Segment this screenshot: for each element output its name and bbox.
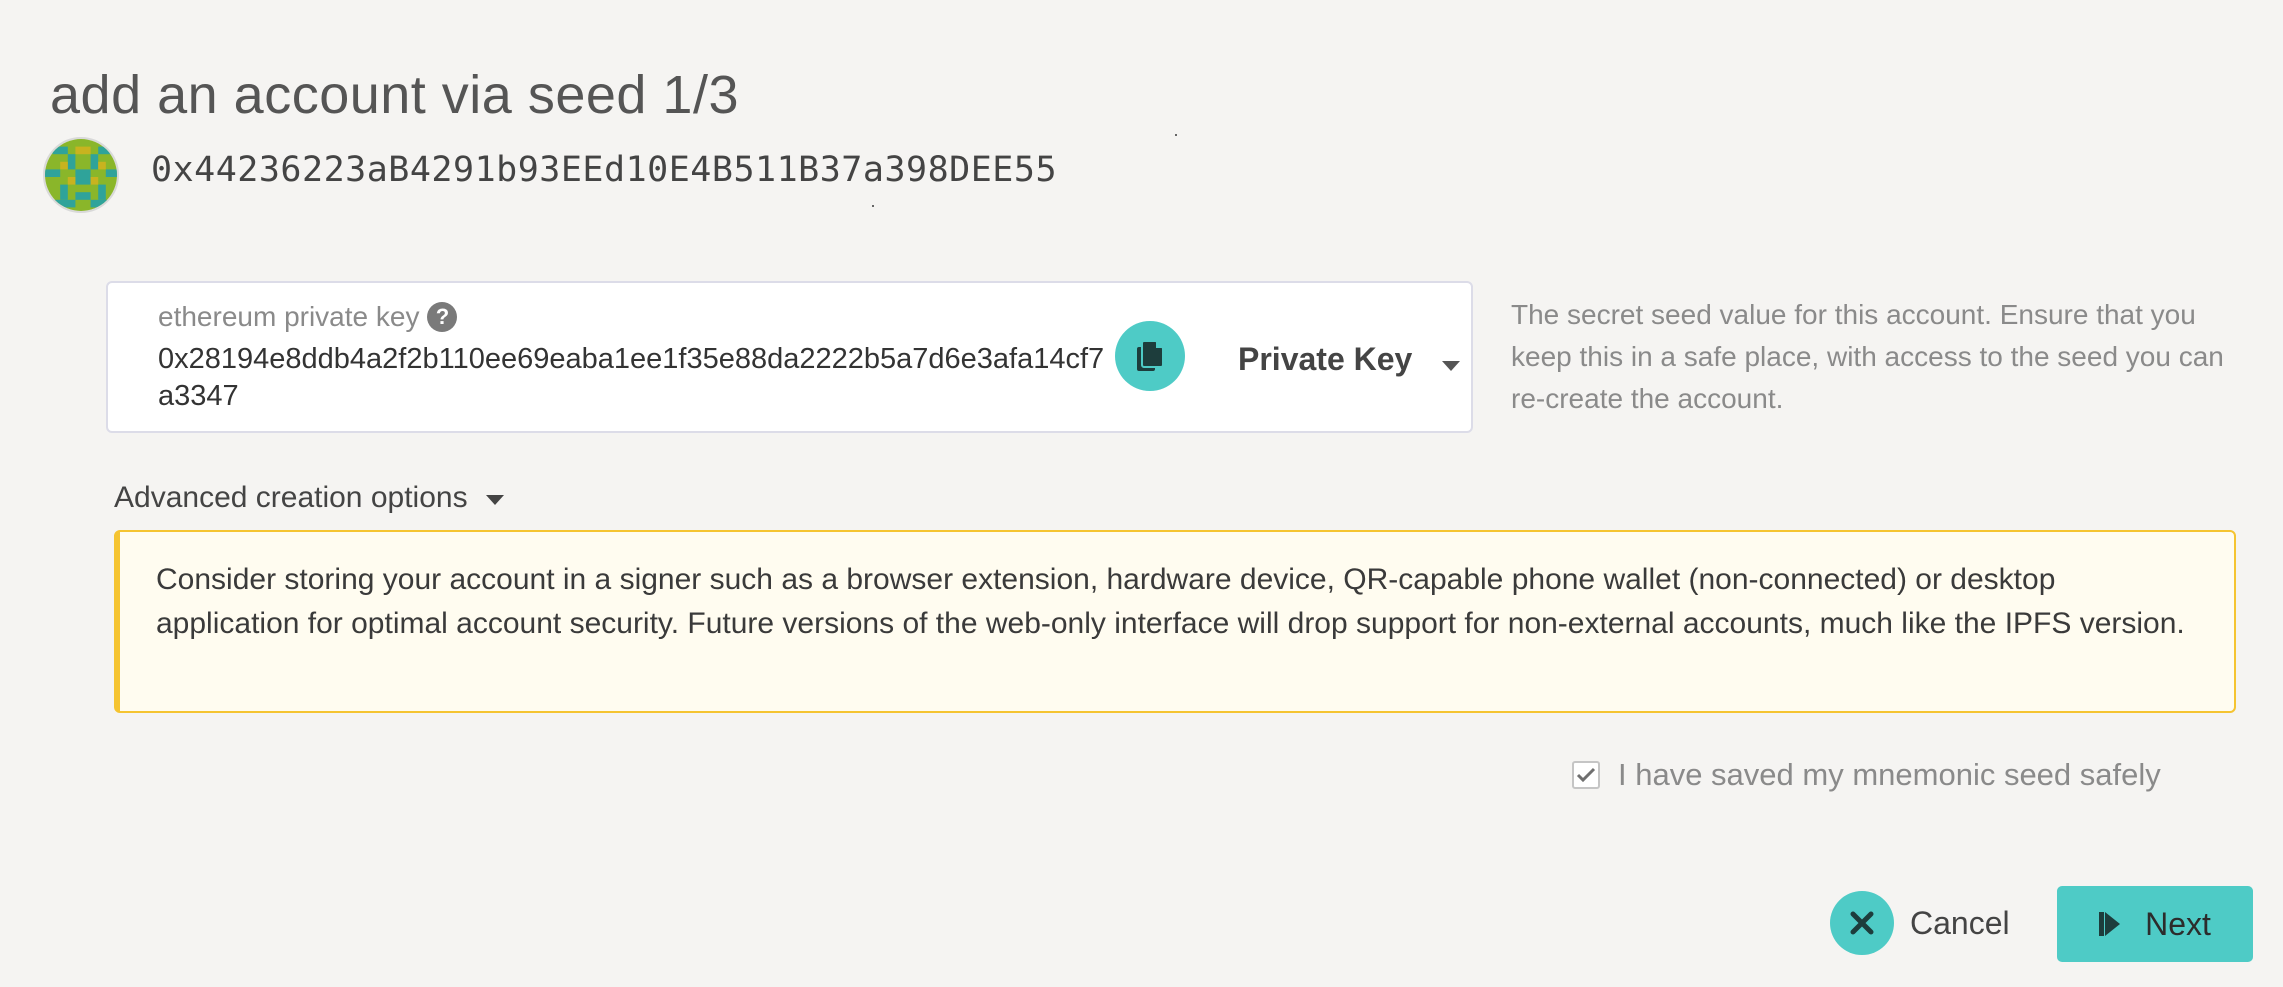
seed-value[interactable]: 0x28194e8ddb4a2f2b110ee69eaba1ee1f35e88d… <box>158 341 1118 415</box>
cancel-button[interactable]: Cancel <box>1830 891 2010 955</box>
seed-input-box[interactable]: ethereum private key ? 0x28194e8ddb4a2f2… <box>106 281 1473 433</box>
seed-type-label: Private Key <box>1238 341 1413 377</box>
caret-down-icon <box>485 495 504 505</box>
page-title: add an account via seed 1/3 <box>50 65 740 126</box>
next-label: Next <box>2145 905 2211 942</box>
seed-help-text: The secret seed value for this account. … <box>1511 299 2224 414</box>
decorative-speck <box>1175 134 1177 136</box>
saved-seed-checkbox[interactable] <box>1572 761 1600 789</box>
cancel-label: Cancel <box>1910 904 2010 941</box>
seed-type-dropdown[interactable]: Private Key <box>1238 341 1461 378</box>
copy-icon <box>1137 340 1164 371</box>
advanced-options-toggle[interactable]: Advanced creation options <box>114 481 504 515</box>
warning-box: Consider storing your account in a signe… <box>114 530 2236 713</box>
advanced-options-label: Advanced creation options <box>114 481 468 514</box>
next-button[interactable]: Next <box>2057 886 2253 962</box>
identicon-icon[interactable] <box>43 137 119 213</box>
check-icon <box>1576 767 1596 783</box>
seed-label: ethereum private key ? <box>158 301 458 333</box>
step-forward-icon <box>2099 912 2121 936</box>
caret-down-icon <box>1442 360 1461 371</box>
saved-seed-label: I have saved my mnemonic seed safely <box>1618 757 2161 792</box>
copy-button[interactable] <box>1115 321 1185 391</box>
saved-seed-checkbox-row[interactable]: I have saved my mnemonic seed safely <box>1572 757 2161 793</box>
seed-label-text: ethereum private key <box>158 301 420 332</box>
decorative-speck <box>872 205 874 207</box>
warning-text: Consider storing your account in a signe… <box>156 563 2185 640</box>
close-icon <box>1830 891 1894 955</box>
question-circle-icon[interactable]: ? <box>427 302 458 332</box>
account-address: 0x44236223aB4291b93EEd10E4B511B37a398DEE… <box>151 150 1058 190</box>
